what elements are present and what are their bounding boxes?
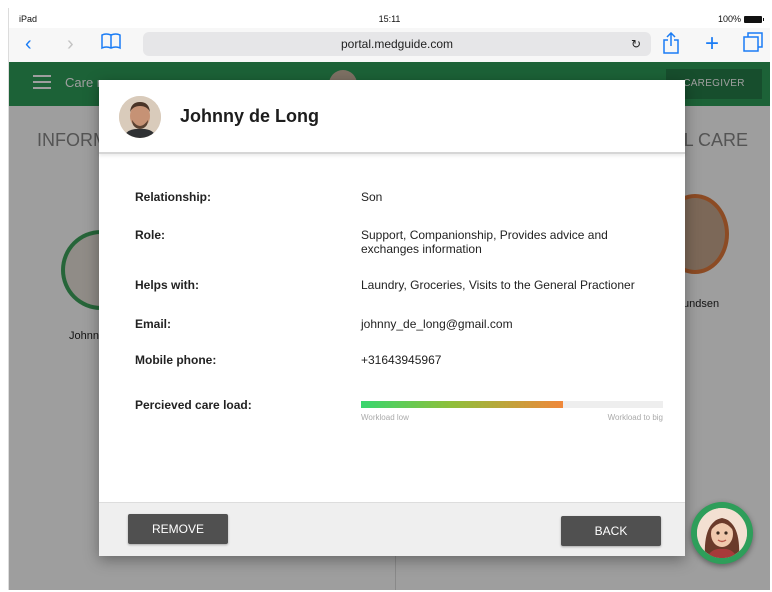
- battery-percent: 100%: [717, 14, 741, 24]
- battery-status: 100%: [717, 14, 764, 24]
- email-label: Email:: [135, 317, 172, 331]
- care-load-label: Percieved care load:: [135, 398, 252, 412]
- forward-arrow-icon[interactable]: ›: [67, 32, 74, 56]
- load-low-label: Workload low: [361, 413, 409, 422]
- tabs-icon[interactable]: [743, 32, 763, 58]
- helps-label: Helps with:: [135, 278, 200, 292]
- care-load-bar: [361, 401, 663, 408]
- phone-value[interactable]: +31643945967: [361, 353, 667, 367]
- battery-icon: [744, 15, 764, 23]
- new-tab-icon[interactable]: +: [705, 32, 719, 56]
- url-text: portal.medguide.com: [340, 37, 454, 51]
- back-arrow-icon[interactable]: ‹: [25, 32, 32, 56]
- status-time: 15:11: [378, 14, 401, 24]
- load-high-label: Workload to big: [607, 413, 663, 422]
- ipad-screen: iPad 15:11 100% ‹ › portal.medguide.com …: [8, 8, 770, 590]
- reload-icon[interactable]: ↻: [631, 32, 641, 56]
- remove-button[interactable]: REMOVE: [128, 514, 228, 544]
- bookmarks-icon[interactable]: [101, 32, 121, 56]
- address-bar[interactable]: portal.medguide.com ↻: [143, 32, 651, 56]
- role-value: Support, Companionship, Provides advice …: [361, 228, 608, 256]
- relationship-value: Son: [361, 190, 383, 204]
- share-icon[interactable]: [663, 31, 679, 60]
- assistant-avatar-icon: [697, 508, 747, 558]
- browser-toolbar: ‹ › portal.medguide.com ↻ +: [9, 28, 770, 62]
- phone-label: Mobile phone:: [135, 353, 217, 367]
- modal-footer: REMOVE BACK: [99, 502, 685, 556]
- email-value[interactable]: johnny_de_long@gmail.com: [361, 317, 667, 331]
- care-load-fill: [361, 401, 564, 408]
- role-label: Role:: [135, 228, 165, 242]
- modal-body: Relationship: Son Role: Support, Compani…: [99, 156, 685, 502]
- helps-value: Laundry, Groceries, Visits to the Genera…: [361, 278, 635, 292]
- relationship-label: Relationship:: [135, 190, 212, 204]
- avatar: [119, 96, 161, 138]
- back-button[interactable]: BACK: [561, 516, 661, 546]
- modal-header: Johnny de Long: [99, 80, 685, 154]
- chat-assistant-button[interactable]: [691, 502, 753, 564]
- status-bar: iPad 15:11 100%: [9, 8, 770, 28]
- contact-detail-modal: Johnny de Long Relationship: Son Role: S…: [99, 80, 685, 556]
- modal-title: Johnny de Long: [180, 106, 319, 126]
